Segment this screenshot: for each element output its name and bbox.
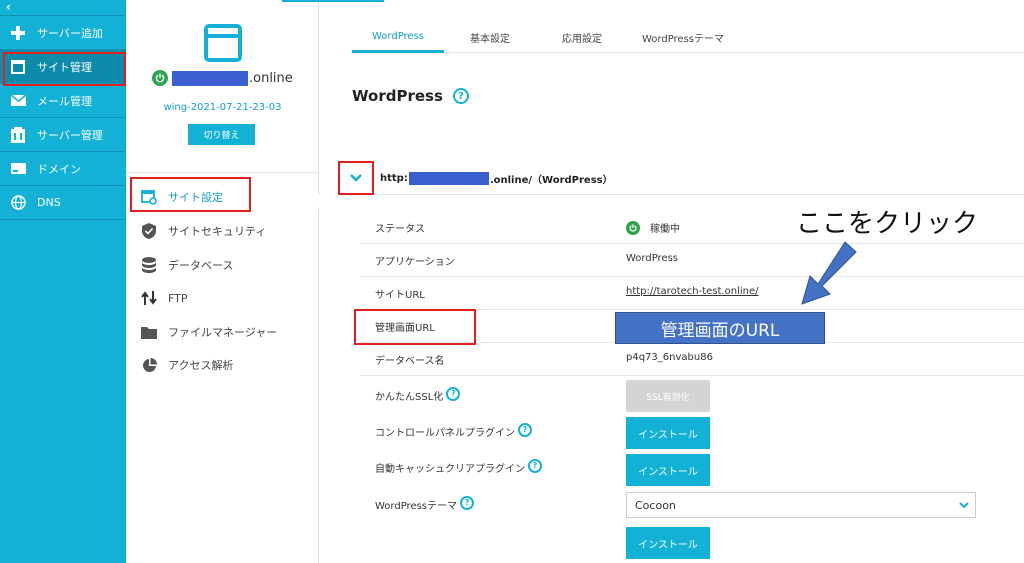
- row-database-name: データベース名 p4q73_6nvabu86: [360, 343, 1024, 376]
- collapse-nav-button[interactable]: ‹: [0, 0, 126, 16]
- top-accent-bar: [282, 0, 384, 2]
- install-theme-button[interactable]: インストール: [626, 527, 710, 559]
- menu-item-label: FTP: [168, 291, 188, 305]
- plus-icon: [9, 24, 27, 42]
- power-icon: [626, 220, 640, 235]
- arrow-icon: [801, 241, 857, 305]
- status-value: 稼働中: [626, 220, 680, 235]
- nav-item-label: ドメイン: [37, 162, 81, 176]
- control-panel-plugin-label: コントロールパネルプラグイン ?: [375, 422, 532, 439]
- menu-item-label: アクセス解析: [168, 359, 234, 372]
- main-navigation: ‹ サーバー追加 サイト管理 メール管理 サーバー管理 ドメイン DNS: [0, 0, 126, 563]
- divider: [126, 172, 319, 173]
- cache-clear-plugin-label-text: 自動キャッシュクリアプラグイン: [375, 464, 525, 475]
- redacted-domain: [172, 70, 248, 86]
- page-title-text: WordPress: [352, 87, 443, 105]
- chevron-down-icon: [959, 502, 969, 509]
- mail-icon: [9, 92, 27, 110]
- menu-item-label: データベース: [168, 259, 234, 272]
- easy-ssl-label-text: かんたんSSL化: [375, 392, 444, 403]
- menu-item-file-manager[interactable]: ファイルマネージャー: [140, 320, 277, 344]
- site-window-icon: [204, 24, 242, 62]
- help-icon[interactable]: ?: [446, 386, 461, 401]
- server-name: wing-2021-07-21-23-03: [163, 102, 282, 113]
- highlight-site-settings: [130, 177, 251, 212]
- wordpress-theme-label: WordPressテーマ ?: [375, 495, 475, 512]
- menu-item-database[interactable]: データベース: [140, 253, 233, 277]
- redacted-domain: [408, 171, 489, 185]
- nav-item-mail-management[interactable]: メール管理: [0, 84, 126, 118]
- url-suffix: .online/（WordPress）: [489, 174, 613, 186]
- nav-item-domain[interactable]: ドメイン: [0, 152, 126, 186]
- wordpress-theme-label-text: WordPressテーマ: [375, 501, 458, 512]
- accordion-site-url: http: .online/（WordPress）: [380, 171, 613, 186]
- row-site-url: サイトURL http://tarotech-test.online/: [360, 277, 1024, 310]
- site-url-link[interactable]: http://tarotech-test.online/: [626, 286, 758, 297]
- globe-icon: [9, 194, 27, 212]
- highlight-admin-url: [354, 309, 476, 345]
- row-application: アプリケーション WordPress: [360, 244, 1024, 277]
- status-text: 稼働中: [650, 224, 680, 235]
- server-icon: [9, 126, 27, 144]
- database-icon: [140, 256, 158, 274]
- chevron-left-icon: ‹: [6, 0, 11, 14]
- easy-ssl-label: かんたんSSL化 ?: [375, 386, 461, 403]
- url-prefix: http:: [380, 172, 408, 184]
- nav-item-dns[interactable]: DNS: [0, 186, 126, 220]
- main-panel: WordPress 基本設定 応用設定 WordPressテーマ WordPre…: [282, 0, 1024, 563]
- enable-ssl-button[interactable]: SSL有効化: [626, 380, 710, 412]
- control-panel-plugin-label-text: コントロールパネルプラグイン: [375, 428, 515, 439]
- accordion-toggle[interactable]: [338, 161, 374, 195]
- nav-item-add-server[interactable]: サーバー追加: [0, 16, 126, 50]
- install-control-panel-plugin-button[interactable]: インストール: [626, 417, 710, 449]
- pie-chart-icon: [140, 356, 158, 374]
- tab-wordpress[interactable]: WordPress: [352, 22, 444, 53]
- help-icon[interactable]: ?: [528, 458, 542, 473]
- nav-item-label: サーバー管理: [37, 128, 103, 142]
- nav-item-label: DNS: [37, 196, 61, 209]
- site-domain: .online: [152, 69, 293, 87]
- folder-icon: [140, 323, 158, 341]
- wordpress-site-accordion: http: .online/（WordPress）: [338, 161, 1024, 195]
- site-column: .online wing-2021-07-21-23-03 切り替え サイト設定…: [126, 0, 328, 563]
- install-cache-clear-plugin-button[interactable]: インストール: [626, 454, 710, 486]
- domain-suffix: .online: [249, 70, 293, 86]
- theme-select[interactable]: Cocoon: [626, 492, 976, 518]
- application-label: アプリケーション: [375, 257, 455, 268]
- tab-advanced-settings[interactable]: 応用設定: [536, 22, 628, 52]
- page-title: WordPress ?: [352, 87, 469, 105]
- nav-item-server-management[interactable]: サーバー管理: [0, 118, 126, 152]
- menu-item-ftp[interactable]: FTP: [140, 286, 188, 310]
- highlight-site-management: [3, 52, 126, 86]
- menu-item-access-analytics[interactable]: アクセス解析: [140, 353, 233, 377]
- application-value: WordPress: [626, 253, 679, 264]
- menu-item-label: ファイルマネージャー: [168, 326, 278, 339]
- theme-select-value: Cocoon: [635, 498, 676, 512]
- database-name-label: データベース名: [375, 356, 445, 367]
- tab-bar: WordPress 基本設定 応用設定 WordPressテーマ: [352, 22, 1024, 53]
- nav-item-label: サーバー追加: [37, 26, 103, 40]
- chevron-down-icon: [350, 174, 362, 182]
- switch-site-button[interactable]: 切り替え: [188, 124, 255, 145]
- ftp-icon: [140, 289, 158, 307]
- click-here-callout: ここをクリック: [796, 209, 979, 239]
- power-icon: [152, 70, 168, 86]
- help-icon[interactable]: ?: [518, 422, 532, 437]
- database-name-value: p4q73_6nvabu86: [626, 352, 713, 363]
- status-label: ステータス: [375, 224, 425, 235]
- cache-clear-plugin-label: 自動キャッシュクリアプラグイン ?: [375, 458, 542, 475]
- admin-url-overlay: 管理画面のURL: [615, 312, 825, 344]
- menu-item-label: サイトセキュリティ: [168, 225, 267, 238]
- nav-item-label: メール管理: [37, 94, 92, 108]
- site-url-label: サイトURL: [375, 290, 425, 301]
- help-icon[interactable]: ?: [460, 495, 475, 510]
- help-icon[interactable]: ?: [452, 88, 469, 104]
- tab-basic-settings[interactable]: 基本設定: [444, 22, 536, 52]
- menu-item-site-security[interactable]: サイトセキュリティ: [140, 219, 266, 243]
- shield-icon: [140, 222, 158, 240]
- domain-icon: [9, 160, 27, 178]
- tab-wordpress-theme[interactable]: WordPressテーマ: [628, 22, 738, 52]
